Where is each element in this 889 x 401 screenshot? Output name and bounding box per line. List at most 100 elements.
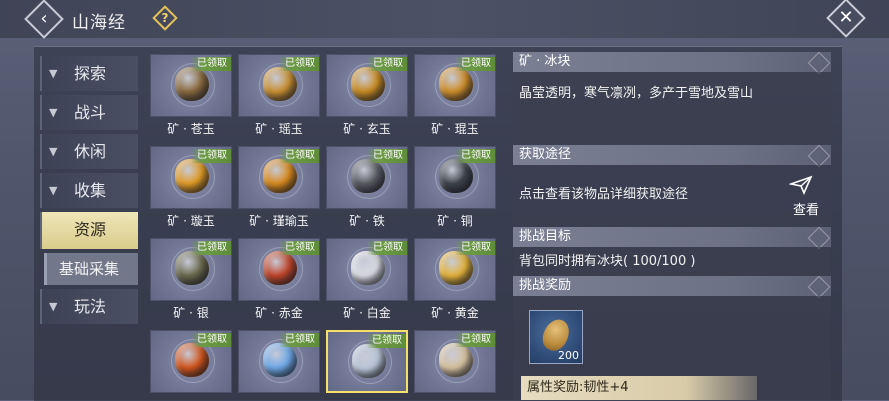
item-card[interactable]: 已领取 [326, 238, 408, 301]
item-name: 矿 · 银 [173, 306, 209, 320]
claimed-badge: 已领取 [455, 241, 495, 255]
source-box[interactable]: 点击查看该物品详细获取途径 查看 [513, 165, 831, 225]
item-card[interactable]: 已领取 [414, 146, 496, 209]
item-cell[interactable]: 已领取 [326, 330, 408, 400]
item-card[interactable]: 已领取 [150, 238, 232, 301]
item-card[interactable]: 已领取 [238, 54, 320, 117]
item-cell[interactable]: 已领取矿 · 琨玉 [414, 54, 496, 139]
item-cell[interactable]: 已领取 [414, 330, 496, 400]
ore-icon [439, 159, 473, 193]
item-name: 矿 · 琨玉 [431, 122, 479, 136]
item-cell[interactable]: 已领取矿 · 瑾瑜玉 [238, 146, 320, 231]
goal-box: 背包同时拥有冰块( 100/100 ) [513, 247, 831, 277]
item-card[interactable]: 已领取 [326, 146, 408, 209]
claimed-badge: 已领取 [279, 149, 319, 163]
item-card[interactable]: 已领取 [238, 146, 320, 209]
ore-icon [351, 159, 385, 193]
item-card[interactable]: 已领取 [414, 330, 496, 393]
back-arrow-icon: ‹ [40, 8, 48, 29]
claimed-badge: 已领取 [279, 333, 319, 347]
ore-icon [263, 67, 297, 101]
claimed-badge: 已领取 [279, 241, 319, 255]
page-title: 山海经 [72, 13, 126, 33]
item-card[interactable]: 已领取 [150, 54, 232, 117]
ore-icon [175, 251, 209, 285]
item-card[interactable]: 已领取 [150, 146, 232, 209]
item-card[interactable]: 已领取 [326, 330, 408, 393]
chevron-down-icon: ▼ [49, 184, 58, 197]
category-sidebar: ▼ 探索 ▼ 战斗 ▼ 休闲 ▼ 收集 资源 基础采集 ▼ 玩法 [40, 56, 140, 328]
ore-icon [263, 159, 297, 193]
help-icon[interactable]: ? [152, 5, 178, 31]
item-cell[interactable]: 已领取矿 · 黄金 [414, 238, 496, 323]
item-name: 矿 · 铁 [349, 214, 385, 228]
ornament-icon [807, 275, 831, 299]
ore-icon [439, 343, 473, 377]
sidebar-item-gameplay[interactable]: ▼ 玩法 [40, 289, 138, 324]
item-title-header: 矿 · 冰块 [513, 51, 831, 75]
item-name: 矿 · 玄玉 [343, 122, 391, 136]
claimed-badge: 已领取 [367, 57, 407, 71]
back-button[interactable]: ‹ [24, 0, 64, 39]
item-card[interactable]: 已领取 [414, 54, 496, 117]
claimed-badge: 已领取 [455, 149, 495, 163]
ore-icon [175, 343, 209, 377]
item-cell[interactable]: 已领取矿 · 瑶玉 [238, 54, 320, 139]
ore-icon [263, 251, 297, 285]
chevron-down-icon: ▼ [49, 106, 58, 119]
reward-item-slot[interactable]: 200 [529, 310, 583, 364]
ore-icon [263, 343, 297, 377]
claimed-badge: 已领取 [366, 334, 406, 348]
sidebar-subitem-basic-gathering[interactable]: 基础采集 [44, 253, 138, 285]
item-name: 矿 · 璇玉 [167, 214, 215, 228]
ornament-icon [807, 144, 831, 168]
item-card[interactable]: 已领取 [238, 330, 320, 393]
ore-icon [175, 67, 209, 101]
item-name: 矿 · 白金 [343, 306, 391, 320]
detail-panel: 矿 · 冰块 晶莹透明，寒气凛冽，多产于雪地及雪山 获取途径 点击查看该物品详细… [513, 51, 831, 400]
item-cell[interactable]: 已领取矿 · 玄玉 [326, 54, 408, 139]
claimed-badge: 已领取 [367, 149, 407, 163]
sidebar-item-collect[interactable]: ▼ 收集 [40, 173, 138, 208]
ore-icon [351, 67, 385, 101]
goal-text: 背包同时拥有冰块( 100/100 ) [519, 254, 696, 269]
claimed-badge: 已领取 [191, 149, 231, 163]
sidebar-item-resources[interactable]: 资源 [40, 212, 138, 249]
claimed-badge: 已领取 [279, 57, 319, 71]
item-cell[interactable]: 已领取矿 · 苍玉 [150, 54, 232, 139]
ore-icon [439, 67, 473, 101]
item-name: 矿 · 苍玉 [167, 122, 215, 136]
claimed-badge: 已领取 [367, 241, 407, 255]
sidebar-item-explore[interactable]: ▼ 探索 [40, 56, 138, 91]
item-card[interactable]: 已领取 [150, 330, 232, 393]
item-cell[interactable]: 已领取矿 · 璇玉 [150, 146, 232, 231]
item-name: 矿 · 赤金 [255, 306, 303, 320]
sidebar-item-leisure[interactable]: ▼ 休闲 [40, 134, 138, 169]
item-cell[interactable]: 已领取矿 · 铜 [414, 146, 496, 231]
close-button[interactable]: ✕ [826, 0, 866, 38]
attribute-reward: 属性奖励:韧性+4 [521, 376, 757, 400]
item-cell[interactable]: 已领取矿 · 银 [150, 238, 232, 323]
item-card[interactable]: 已领取 [326, 54, 408, 117]
ore-icon [175, 159, 209, 193]
item-name: 矿 · 黄金 [431, 306, 479, 320]
ore-icon [351, 251, 385, 285]
item-name: 矿 · 瑾瑜玉 [249, 214, 309, 228]
item-cell[interactable]: 已领取 [238, 330, 320, 400]
item-cell[interactable]: 已领取矿 · 赤金 [238, 238, 320, 323]
item-name: 矿 · 瑶玉 [255, 122, 303, 136]
claimed-badge: 已领取 [455, 333, 495, 347]
item-cell[interactable]: 已领取矿 · 铁 [326, 146, 408, 231]
send-icon[interactable] [789, 175, 813, 195]
reward-header: 挑战奖励 [513, 275, 831, 299]
sidebar-item-battle[interactable]: ▼ 战斗 [40, 95, 138, 130]
item-card[interactable]: 已领取 [414, 238, 496, 301]
item-cell[interactable]: 已领取 [150, 330, 232, 400]
claimed-badge: 已领取 [191, 241, 231, 255]
item-cell[interactable]: 已领取矿 · 白金 [326, 238, 408, 323]
view-button[interactable]: 查看 [793, 199, 819, 218]
item-description: 晶莹透明，寒气凛冽，多产于雪地及雪山 [519, 86, 754, 101]
item-title: 矿 · 冰块 [519, 54, 571, 69]
item-card[interactable]: 已领取 [238, 238, 320, 301]
chevron-down-icon: ▼ [49, 145, 58, 158]
